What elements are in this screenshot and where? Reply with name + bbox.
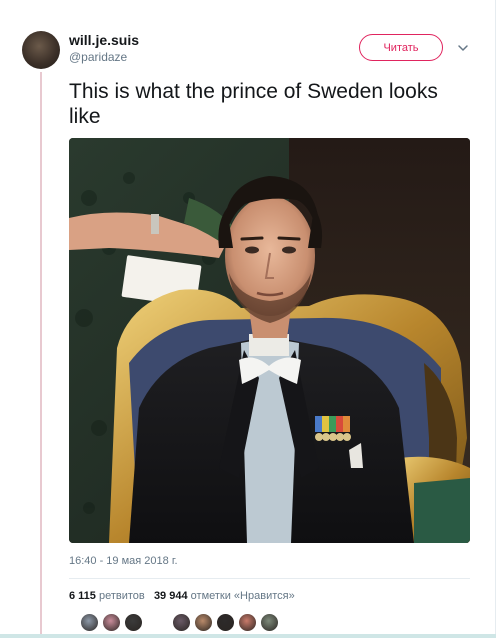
follow-button[interactable]: Читать <box>359 34 443 61</box>
tweet-stats: 6 115 ретвитов 39 944 отметки «Нравится» <box>69 590 295 602</box>
retweets-count[interactable]: 6 115 <box>69 590 96 602</box>
liker-avatar-2[interactable] <box>102 613 121 632</box>
liker-avatar-7[interactable] <box>238 613 257 632</box>
tweet-card: will.je.suis @paridaze Читать This is wh… <box>0 0 496 638</box>
divider <box>69 578 470 579</box>
profile-avatar[interactable] <box>22 31 60 69</box>
likes-count[interactable]: 39 944 <box>154 590 188 602</box>
liker-avatar-1[interactable] <box>80 613 99 632</box>
follow-button-label: Читать <box>383 41 419 54</box>
likers-avatars <box>80 613 300 635</box>
display-name[interactable]: will.je.suis <box>69 32 139 48</box>
liker-avatar-3[interactable] <box>124 613 143 632</box>
chevron-down-icon[interactable] <box>456 41 470 55</box>
thread-line <box>40 72 42 638</box>
liker-avatar-4[interactable] <box>172 613 191 632</box>
likes-label[interactable]: отметки «Нравится» <box>191 590 295 602</box>
liker-avatar-5[interactable] <box>194 613 213 632</box>
user-handle[interactable]: @paridaze <box>69 50 127 64</box>
liker-avatar-8[interactable] <box>260 613 279 632</box>
bottom-border <box>0 634 496 638</box>
tweet-text: This is what the prince of Sweden looks … <box>69 80 438 128</box>
retweets-label[interactable]: ретвитов <box>99 590 145 602</box>
liker-avatar-6[interactable] <box>216 613 235 632</box>
tweet-photo[interactable] <box>69 138 470 543</box>
tweet-timestamp[interactable]: 16:40 - 19 мая 2018 г. <box>69 555 178 567</box>
